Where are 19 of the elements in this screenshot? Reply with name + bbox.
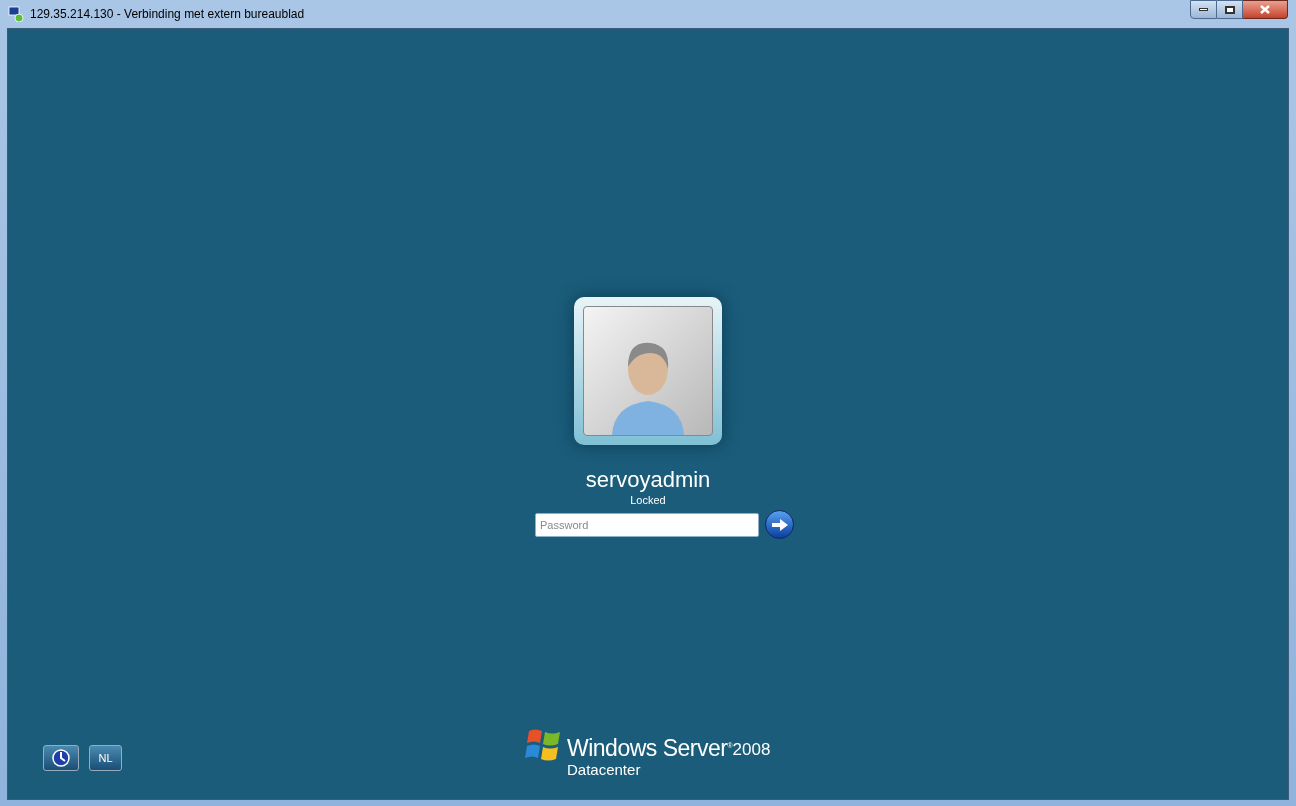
product-name: Windows Server bbox=[567, 735, 728, 761]
minimize-button[interactable] bbox=[1190, 0, 1217, 19]
close-icon bbox=[1260, 5, 1270, 14]
arrow-right-icon bbox=[770, 517, 789, 532]
password-field[interactable]: Password bbox=[535, 512, 759, 537]
window-title: 129.35.214.130 - Verbinding met extern bureaublad bbox=[30, 6, 305, 23]
product-edition: Datacenter bbox=[567, 761, 642, 779]
ease-of-access-button[interactable] bbox=[43, 745, 79, 771]
close-button[interactable] bbox=[1243, 0, 1288, 19]
product-version: 2008 bbox=[732, 740, 771, 760]
user-name: servoyadmin bbox=[585, 467, 711, 493]
submit-arrow-button[interactable] bbox=[765, 510, 794, 539]
windows-flag-icon bbox=[525, 727, 563, 763]
user-status: Locked bbox=[630, 493, 666, 507]
language-button[interactable]: NL bbox=[89, 745, 122, 771]
maximize-button[interactable] bbox=[1217, 0, 1243, 19]
restore-icon bbox=[1224, 5, 1235, 14]
minimize-icon bbox=[1199, 8, 1208, 11]
remote-desktop-icon bbox=[8, 6, 24, 22]
